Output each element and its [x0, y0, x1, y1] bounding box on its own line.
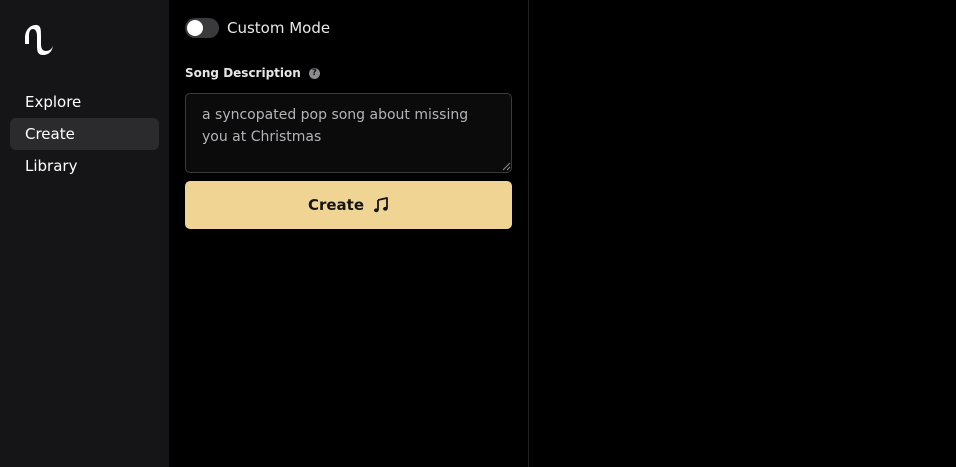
- song-description-label-row: Song Description ?: [185, 66, 320, 80]
- sidebar-nav: Explore Create Library: [10, 86, 159, 182]
- music-note-icon: [374, 197, 388, 213]
- results-pane: [529, 0, 956, 467]
- song-description-label: Song Description: [185, 66, 301, 80]
- custom-mode-toggle[interactable]: [185, 18, 219, 38]
- create-button-label: Create: [307, 196, 365, 214]
- sidebar-item-explore[interactable]: Explore: [10, 86, 159, 118]
- sidebar-item-library[interactable]: Library: [10, 150, 159, 182]
- sidebar: Explore Create Library: [0, 0, 169, 467]
- sidebar-item-create[interactable]: Create: [10, 118, 159, 150]
- create-button[interactable]: Create: [185, 181, 512, 229]
- resize-grip-icon[interactable]: [502, 162, 511, 171]
- custom-mode-row: Custom Mode: [185, 17, 330, 39]
- create-panel: Custom Mode Song Description ? a syncopa…: [169, 0, 528, 467]
- toggle-knob: [187, 20, 203, 36]
- question-circle-icon[interactable]: ?: [308, 67, 320, 79]
- app-logo-wave-icon[interactable]: [24, 24, 54, 56]
- song-description-input[interactable]: a syncopated pop song about missing you …: [185, 93, 512, 173]
- custom-mode-label: Custom Mode: [227, 19, 331, 37]
